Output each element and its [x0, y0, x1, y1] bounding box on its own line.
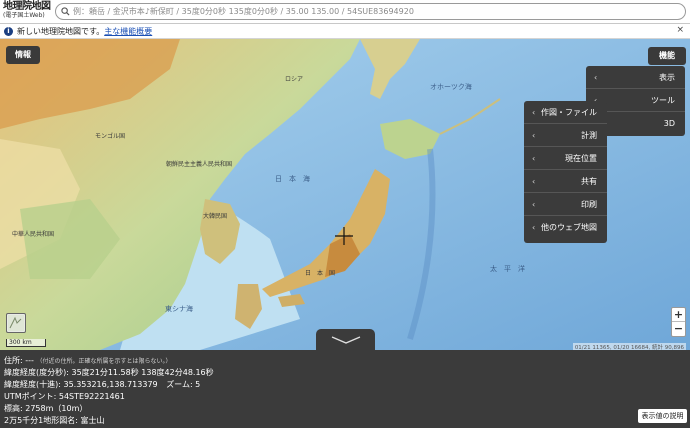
search-icon [61, 7, 70, 16]
map-label: ロシア [285, 76, 304, 83]
site-logo[interactable]: 地理院地図 (電子国土Web) [3, 2, 53, 22]
info-button[interactable]: 情報 [6, 46, 40, 64]
menu-item-other-web-maps[interactable]: ‹ 他のウェブ地図 [524, 216, 607, 239]
map-thumbnail-icon [8, 315, 24, 331]
menu-item-label: 3D [663, 119, 675, 128]
decimal-coordinates: 緯度経度(十進): 35.353216,138.713379 [4, 380, 158, 389]
tools-submenu: ‹ 作図・ファイル ‹ 計測 ‹ 現在位置 ‹ 共有 ‹ 印刷 ‹ 他のウェブ地… [524, 101, 607, 243]
map-label: 太 平 洋 [490, 265, 525, 273]
info-icon: i [4, 27, 13, 36]
logo-title: 地理院地図 [3, 1, 51, 12]
map-label: 東シナ海 [165, 305, 193, 313]
menu-item-label: 共有 [581, 177, 597, 186]
notice-bar: i 新しい地理院地図です。主な機能概要 × [0, 24, 690, 39]
map-label: 中華人民共和国 [12, 231, 55, 238]
menu-item-label: 表示 [659, 73, 675, 82]
zoom-level: ズーム: 5 [166, 380, 201, 389]
chevron-down-icon [331, 336, 361, 344]
menu-item-label: 印刷 [581, 200, 597, 209]
chevron-left-icon: ‹ [532, 154, 536, 163]
utm-point: UTMポイント: 54STE92221461 [4, 392, 125, 401]
zoom-control: + − [671, 307, 686, 337]
address-label: 住所: --- [4, 356, 34, 365]
value-explanation-button[interactable]: 表示値の説明 [638, 409, 687, 423]
location-info-panel: 住所: --- （付近の住所。正確な所属を示すとは限らない。） 緯度経度(度分秒… [0, 350, 690, 428]
chevron-left-icon: ‹ [594, 73, 598, 82]
decimal-row: 緯度経度(十進): 35.353216,138.713379 ズーム: 5 [4, 379, 200, 390]
feature-overview-link[interactable]: 主な機能概要 [104, 27, 152, 36]
chevron-left-icon: ‹ [532, 177, 536, 186]
functions-button[interactable]: 機能 [648, 47, 686, 65]
menu-item-label: 作図・ファイル [541, 108, 597, 117]
map-label: 朝鮮民主主義人民共和国 [166, 161, 233, 168]
logo-subtitle: (電子国土Web) [3, 12, 45, 19]
menu-item-draw-file[interactable]: ‹ 作図・ファイル [524, 101, 607, 124]
map-label: モンゴル国 [95, 133, 126, 140]
header-bar: 地理院地図 (電子国土Web) [0, 0, 690, 24]
chevron-left-icon: ‹ [532, 223, 536, 232]
address-note: （付近の住所。正確な所属を示すとは限らない。） [36, 358, 172, 365]
panel-toggle-tab[interactable] [316, 329, 375, 351]
elevation: 標高: 2758m（10m） [4, 404, 88, 413]
notice-close-icon[interactable]: × [676, 25, 684, 35]
menu-item-display[interactable]: ‹ 表示 [586, 66, 685, 89]
search-input[interactable] [73, 5, 673, 18]
map-label: 日 本 国 [305, 270, 336, 277]
chevron-left-icon: ‹ [532, 131, 536, 140]
zoom-in-button[interactable]: + [672, 308, 685, 322]
dms-coordinates: 緯度経度(度分秒): 35度21分11.58秒 138度42分48.16秒 [4, 368, 214, 377]
menu-item-print[interactable]: ‹ 印刷 [524, 193, 607, 216]
menu-item-label: 現在位置 [565, 154, 597, 163]
topo-map-name: 2万5千分1地形図名: 富士山 [4, 416, 105, 425]
search-box[interactable] [55, 3, 686, 20]
menu-item-measure[interactable]: ‹ 計測 [524, 124, 607, 147]
chevron-left-icon: ‹ [532, 200, 536, 209]
scale-bar: 300 km [6, 339, 46, 347]
menu-item-label: 計測 [581, 131, 597, 140]
map-label: 日 本 海 [275, 175, 310, 183]
zoom-out-button[interactable]: − [672, 322, 685, 336]
menu-item-current-location[interactable]: ‹ 現在位置 [524, 147, 607, 170]
address-row: 住所: --- （付近の住所。正確な所属を示すとは限らない。） [4, 355, 171, 366]
notice-text-wrap: 新しい地理院地図です。主な機能概要 [17, 26, 152, 37]
notice-text: 新しい地理院地図です。 [17, 27, 105, 36]
map-label: オホーツク海 [430, 83, 472, 91]
menu-item-label: 他のウェブ地図 [541, 223, 597, 232]
menu-item-label: ツール [651, 96, 675, 105]
menu-item-share[interactable]: ‹ 共有 [524, 170, 607, 193]
map-label: 大韓民国 [203, 213, 228, 220]
chevron-left-icon: ‹ [532, 108, 536, 117]
layer-switch-button[interactable] [6, 313, 26, 333]
